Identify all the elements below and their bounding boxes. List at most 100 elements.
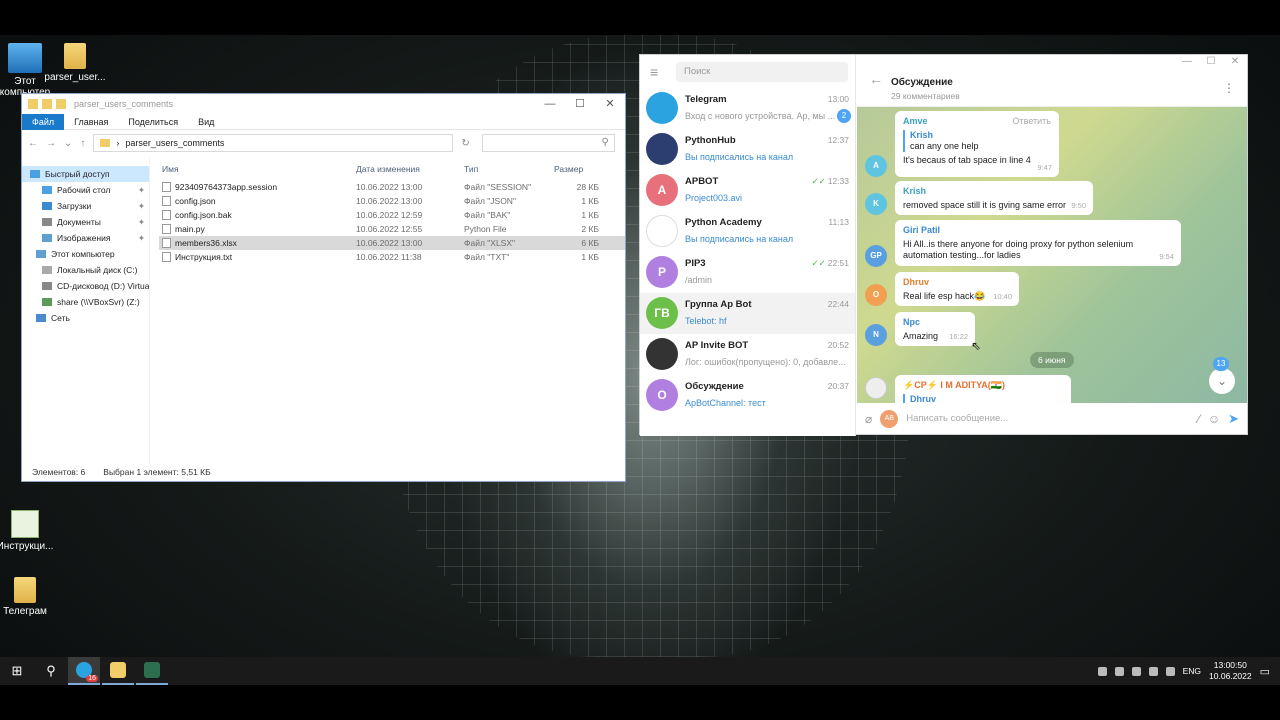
avatar[interactable]: O xyxy=(865,284,887,306)
message-area: A Amve Ответить Krish can any one help I… xyxy=(857,107,1247,405)
message-bubble[interactable]: Krish removed space still it is gving sa… xyxy=(895,181,1093,215)
chat-preview: Вход с нового устройства. Ар, мы ... xyxy=(685,111,836,121)
desktop-icon-parser-folder[interactable]: parser_user... xyxy=(40,43,110,83)
refresh-icon[interactable]: ↻ xyxy=(461,138,469,149)
chat-search-input[interactable]: Поиск xyxy=(676,61,848,82)
back-icon[interactable]: ← xyxy=(28,138,38,149)
nav-item-icon xyxy=(42,186,52,194)
search-icon[interactable]: ⚲ xyxy=(34,657,68,685)
minimize-icon[interactable]: — xyxy=(1175,55,1199,71)
tray-up-icon[interactable] xyxy=(1097,666,1107,676)
send-icon[interactable]: ➤ xyxy=(1228,411,1239,427)
nav-item[interactable]: Этот компьютер xyxy=(22,246,149,262)
close-icon[interactable]: ✕ xyxy=(595,94,625,114)
nav-item-label: Этот компьютер xyxy=(51,249,115,259)
nav-item[interactable]: Рабочий стол ✦ xyxy=(22,182,149,198)
scroll-to-bottom-button[interactable]: ⌄ xyxy=(1209,368,1235,394)
close-icon[interactable]: ✕ xyxy=(1223,55,1247,71)
file-row[interactable]: Инструкция.txt 10.06.2022 11:38 Файл "TXT"… xyxy=(159,250,625,264)
avatar[interactable]: A xyxy=(865,155,887,177)
status-selected: Выбран 1 элемент: 5,51 КБ xyxy=(103,467,211,477)
nav-item[interactable]: CD-дисковод (D:) Virtua xyxy=(22,278,149,294)
maximize-icon[interactable]: ☐ xyxy=(565,94,595,114)
up-icon[interactable]: ↑ xyxy=(80,138,85,149)
quick-access-toolbar[interactable] xyxy=(28,99,66,109)
avatar[interactable]: K xyxy=(865,193,887,215)
message-bubble[interactable]: Npc Amazing 16:22 xyxy=(895,312,975,346)
chat-list-item[interactable]: Telegram Вход с нового устройства. Ар, мы… xyxy=(640,88,855,129)
nav-item[interactable]: Изображения ✦ xyxy=(22,230,149,246)
message-input[interactable]: Написать сообщение... xyxy=(906,413,1190,424)
message-bubble[interactable]: Giri Patil Hi All..is there anyone for d… xyxy=(895,220,1181,266)
column-name[interactable]: Имя xyxy=(159,158,356,178)
file-row[interactable]: 923409764373app.session 10.06.2022 13:00 Ф… xyxy=(159,180,625,194)
file-row[interactable]: config.json.bak 10.06.2022 12:59 Файл "BAK… xyxy=(159,208,625,222)
search-icon: ⚲ xyxy=(601,137,609,148)
file-icon xyxy=(162,182,171,192)
nav-item[interactable]: Локальный диск (C:) xyxy=(22,262,149,278)
chat-list-item[interactable]: О Обсуждение ApBotChannel: тест 20:37 xyxy=(640,375,855,416)
tray-icon[interactable] xyxy=(1131,666,1141,676)
emoji-icon[interactable]: ☺ xyxy=(1208,412,1220,426)
chat-list-item[interactable]: AP Invite BOT Лог: ошибок(пропущено): 0, … xyxy=(640,334,855,375)
commands-icon[interactable]: ⁄ xyxy=(1198,412,1200,426)
message-bubble[interactable]: Dhruv Real life esp hack😂 10:40 xyxy=(895,272,1019,306)
ribbon-tab-file[interactable]: Файл xyxy=(22,113,65,130)
send-as-avatar[interactable]: AB xyxy=(880,409,899,428)
conversation-title: Обсуждение xyxy=(891,77,953,88)
address-bar[interactable]: › parser_users_comments xyxy=(93,134,454,152)
reply-button[interactable]: Ответить xyxy=(1013,116,1051,127)
pin-icon: ✦ xyxy=(137,185,145,195)
chat-list-item[interactable]: A APBOT Project003.avi ✓✓ 12:33 xyxy=(640,170,855,211)
chat-list-item[interactable]: ГВ Группа Ap Bot Telebot: hf 22:44 xyxy=(640,293,855,334)
file-name-cell: members36.xlsx xyxy=(159,236,356,250)
chat-list-topbar: ≡ Поиск xyxy=(640,55,855,88)
message-bubble[interactable]: Amve Ответить Krish can any one help It'… xyxy=(895,111,1059,177)
desktop-icon-telegram-folder[interactable]: Телеграм xyxy=(0,577,60,617)
pin-icon: ✦ xyxy=(137,233,145,243)
nav-item[interactable]: Документы ✦ xyxy=(22,214,149,230)
chat-list-item[interactable]: PythonHub Вы подписались на канал 12:37 xyxy=(640,129,855,170)
minimize-icon[interactable]: — xyxy=(535,94,565,114)
taskbar-app-explorer[interactable] xyxy=(102,657,134,685)
ribbon-tab-share[interactable]: Поделиться xyxy=(118,114,188,130)
chat-list-item[interactable]: P PIP3/admin ✓✓ 22:51 xyxy=(640,252,855,293)
network-icon[interactable] xyxy=(1148,666,1158,676)
column-size[interactable]: Размер xyxy=(554,158,599,178)
search-input[interactable]: ⚲ xyxy=(481,134,615,152)
message-bubble[interactable]: ⚡CP⚡ I M ADITYA(🇮🇳) Dhruv xyxy=(895,375,1071,405)
unread-badge: 2 xyxy=(837,109,851,123)
hamburger-menu-icon[interactable]: ≡ xyxy=(650,64,666,80)
back-arrow-icon[interactable]: ← xyxy=(869,71,883,87)
taskbar-app-telegram[interactable]: 16 xyxy=(68,657,100,685)
nav-item[interactable]: Сеть xyxy=(22,310,149,326)
nav-item[interactable]: Загрузки ✦ xyxy=(22,198,149,214)
clock[interactable]: 13:00:50 10.06.2022 xyxy=(1209,660,1252,682)
forward-icon[interactable]: → xyxy=(46,138,56,149)
taskbar-app-other[interactable] xyxy=(136,657,168,685)
language-indicator[interactable]: ENG xyxy=(1183,666,1201,676)
recent-chevron-icon[interactable]: ⌄ xyxy=(64,138,72,149)
attach-icon[interactable]: ⌀ xyxy=(865,412,872,426)
tray-icon[interactable] xyxy=(1114,666,1124,676)
reply-quote[interactable]: Krish can any one help xyxy=(903,130,1051,152)
file-row[interactable]: main.py 10.06.2022 12:55 Python File 2 КБ xyxy=(159,222,625,236)
file-row[interactable]: config.json 10.06.2022 13:00 Файл "JSON" 1 … xyxy=(159,194,625,208)
file-row[interactable]: members36.xlsx 10.06.2022 13:00 Файл "XLSX… xyxy=(159,236,625,250)
nav-item[interactable]: share (\\VBoxSvr) (Z:) xyxy=(22,294,149,310)
column-date[interactable]: Дата изменения xyxy=(356,158,464,178)
notifications-icon[interactable]: ▭ xyxy=(1260,665,1270,678)
desktop-icon-instruction[interactable]: Инструкци... xyxy=(0,510,60,552)
column-type[interactable]: Тип xyxy=(464,158,554,178)
start-windows-icon[interactable]: ⊞ xyxy=(0,657,34,685)
avatar[interactable] xyxy=(865,377,887,399)
more-options-icon[interactable]: ⋮ xyxy=(1223,81,1235,95)
ribbon-tab-view[interactable]: Вид xyxy=(188,114,224,130)
ribbon-tab-home[interactable]: Главная xyxy=(64,114,118,130)
volume-icon[interactable] xyxy=(1165,666,1175,676)
maximize-icon[interactable]: ☐ xyxy=(1199,55,1223,71)
nav-item[interactable]: Быстрый доступ xyxy=(22,166,149,182)
chat-list-item[interactable]: Python Academy Вы подписались на канал 11:… xyxy=(640,211,855,252)
avatar[interactable]: GP xyxy=(865,245,887,267)
avatar[interactable]: N xyxy=(865,324,887,346)
